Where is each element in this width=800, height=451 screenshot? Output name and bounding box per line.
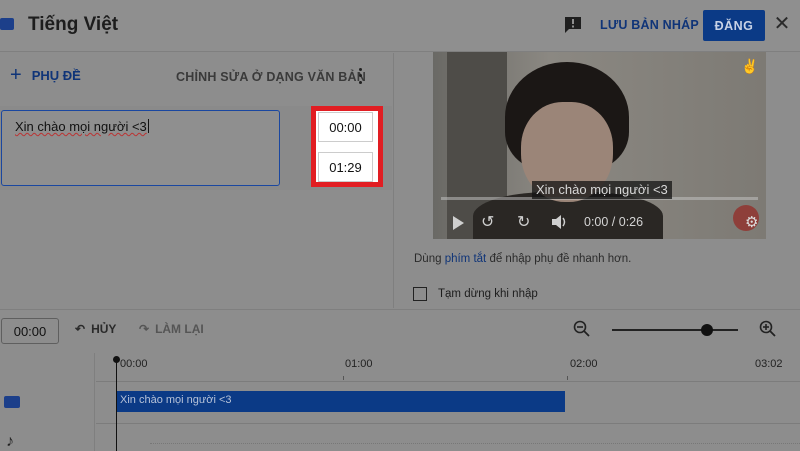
audio-track-icon: ♪ xyxy=(6,433,14,450)
subtitle-text-input[interactable]: Xin chào mọi người <3 xyxy=(1,110,280,186)
ruler-label: 02:00 xyxy=(570,358,598,370)
more-options-icon[interactable] xyxy=(355,66,365,86)
ruler-label: 03:02 xyxy=(755,358,783,370)
zoom-out-icon[interactable] xyxy=(573,320,591,338)
undo-label: HỦY xyxy=(91,322,117,336)
settings-gear-icon[interactable]: ⚙ xyxy=(745,213,758,231)
track-divider xyxy=(96,423,800,424)
zoom-slider-knob[interactable] xyxy=(700,324,713,336)
start-time-input[interactable]: 00:00 xyxy=(318,112,373,142)
plus-icon: + xyxy=(10,64,22,86)
edit-as-text-button[interactable]: CHỈNH SỬA Ở DẠNG VĂN BẢN xyxy=(176,70,366,84)
playhead[interactable] xyxy=(116,359,117,451)
save-draft-button[interactable]: LƯU BẢN NHÁP xyxy=(600,18,699,32)
track-divider xyxy=(96,381,800,382)
redo-icon: ↷ xyxy=(139,322,150,336)
subtitle-segment[interactable]: Xin chào mọi người <3 xyxy=(117,391,565,412)
publish-button[interactable]: ĐĂNG xyxy=(703,10,765,41)
video-caption: Xin chào mọi người <3 xyxy=(532,181,672,199)
timeline-time-input[interactable]: 00:00 xyxy=(1,318,59,344)
playhead-handle[interactable] xyxy=(113,356,120,363)
volume-icon[interactable] xyxy=(551,214,569,230)
video-player[interactable]: ✌ Xin chào mọi người <3 ↺ ↻ 0:00 / 0:26 … xyxy=(433,52,766,239)
play-icon[interactable] xyxy=(453,216,464,230)
subtitle-track-icon xyxy=(4,396,20,408)
forward-icon[interactable]: ↻ xyxy=(517,212,530,232)
video-time-readout: 0:00 / 0:26 xyxy=(584,215,644,229)
text-caret xyxy=(147,119,149,133)
timeline-toolbar xyxy=(0,309,800,353)
rewind-icon[interactable]: ↺ xyxy=(481,212,494,232)
close-icon[interactable]: ✕ xyxy=(772,14,792,34)
pause-while-typing-checkbox[interactable] xyxy=(413,287,427,301)
ruler-label: 00:00 xyxy=(120,358,148,370)
ruler-tick xyxy=(343,376,344,380)
add-subtitle-button[interactable]: + PHỤ ĐỀ xyxy=(10,64,81,86)
add-subtitle-label: PHỤ ĐỀ xyxy=(31,67,81,83)
audio-waveform xyxy=(150,443,800,444)
vlive-logo-icon: ✌ xyxy=(741,58,759,74)
shortcuts-link[interactable]: phím tắt xyxy=(445,253,487,265)
undo-icon: ↶ xyxy=(75,322,86,336)
ruler-label: 01:00 xyxy=(345,358,373,370)
shortcut-hint: Dùng phím tắt để nhập phụ đề nhanh hơn. xyxy=(414,253,631,265)
feedback-icon[interactable] xyxy=(563,16,583,34)
ruler-tick xyxy=(567,376,568,380)
hint-suffix: để nhập phụ đề nhanh hơn. xyxy=(486,253,632,265)
redo-button[interactable]: ↷ LÀM LẠI xyxy=(139,322,204,336)
language-title: Tiếng Việt xyxy=(28,14,119,35)
zoom-in-icon[interactable] xyxy=(759,320,777,338)
subtitles-icon xyxy=(0,18,14,30)
pause-while-typing-label: Tạm dừng khi nhập xyxy=(438,288,538,300)
zoom-slider-track[interactable] xyxy=(612,329,738,331)
end-time-input[interactable]: 01:29 xyxy=(318,152,373,182)
subtitle-text: Xin chào mọi người <3 xyxy=(15,119,147,134)
undo-button[interactable]: ↶ HỦY xyxy=(75,322,116,336)
hint-prefix: Dùng xyxy=(414,253,445,265)
redo-label: LÀM LẠI xyxy=(155,322,204,336)
